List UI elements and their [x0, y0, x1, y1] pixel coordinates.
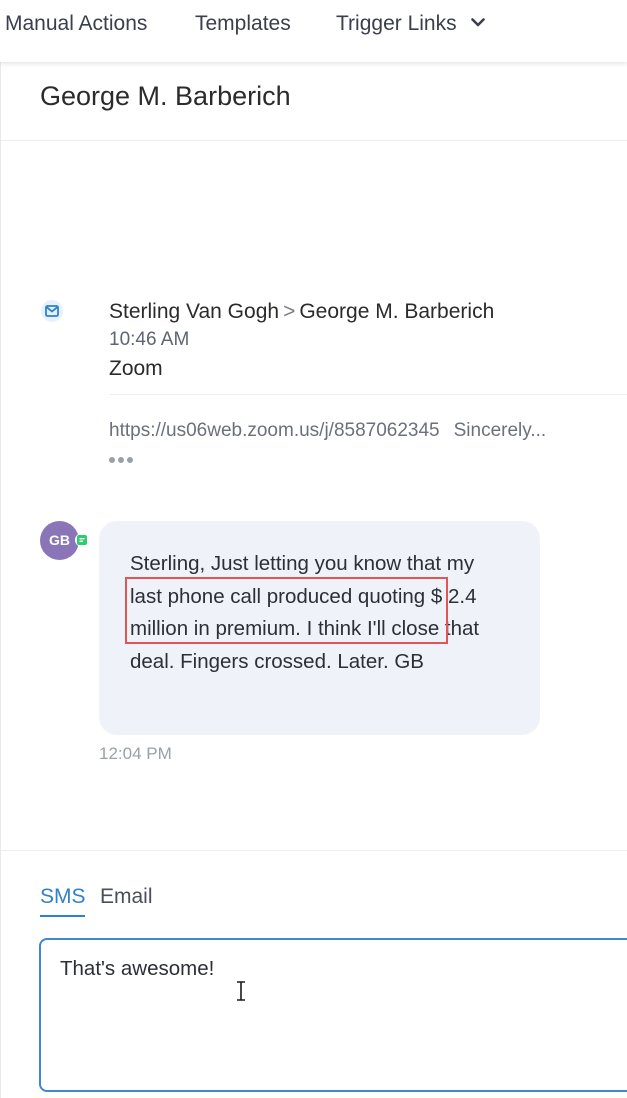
nav-trigger-links-label: Trigger Links [336, 12, 457, 35]
sms-message-time: 12:04 PM [99, 744, 172, 763]
avatar: GB [40, 521, 79, 560]
more-dot [109, 457, 115, 463]
sms-message-text: Sterling, Just letting you know that my … [130, 552, 480, 673]
top-nav: Manual Actions Templates Trigger Links [0, 0, 627, 62]
email-preview-text: Sincerely... [453, 420, 547, 441]
expand-email-button[interactable] [109, 450, 137, 463]
active-tab-indicator [40, 915, 85, 917]
email-recipient: George M. Barberich [299, 300, 495, 323]
message-input-value: That's awesome! [60, 957, 215, 980]
tab-email[interactable]: Email [100, 885, 153, 909]
sms-message-bubble: Sterling, Just letting you know that my … [99, 521, 540, 735]
nav-trigger-links[interactable]: Trigger Links [336, 12, 485, 36]
more-dot [127, 457, 133, 463]
message-input[interactable]: That's awesome! [39, 938, 627, 1092]
email-preview: https://us06web.zoom.us/j/8587062345 Sinc… [109, 420, 546, 442]
compose-divider [1, 850, 627, 851]
conversation-panel: George M. Barberich Sterling Van Gogh > Ge… [0, 62, 627, 1098]
contact-name: George M. Barberich [40, 81, 291, 111]
tab-sms[interactable]: SMS [40, 885, 86, 909]
header-divider [1, 140, 627, 141]
sms-channel-icon [75, 533, 89, 547]
email-preview-link[interactable]: https://us06web.zoom.us/j/8587062345 [109, 420, 440, 441]
email-time: 10:46 AM [109, 329, 190, 350]
email-divider [109, 394, 627, 395]
nav-manual-actions[interactable]: Manual Actions [5, 12, 147, 36]
email-subject: Zoom [109, 357, 163, 380]
nav-templates[interactable]: Templates [195, 12, 291, 36]
chevron-down-icon [470, 9, 485, 33]
email-route: Sterling Van Gogh > George M. Barberich [109, 300, 494, 324]
more-dot [118, 457, 124, 463]
email-sender: Sterling Van Gogh [109, 300, 280, 323]
email-route-arrow: > [283, 300, 296, 323]
email-icon [41, 300, 63, 322]
